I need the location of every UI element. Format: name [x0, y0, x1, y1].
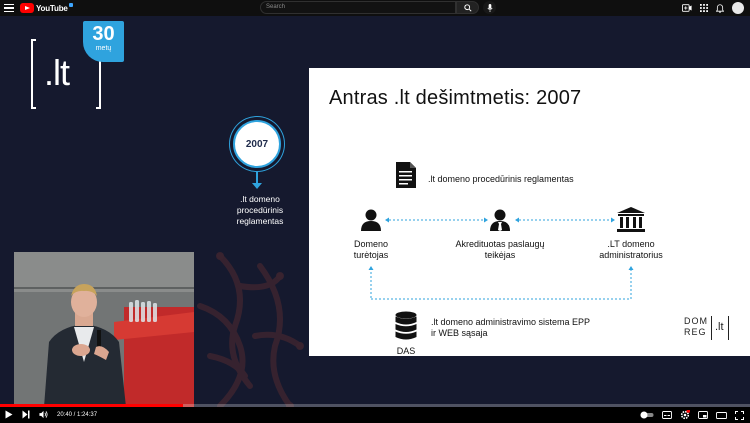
brand-lt-text: .lt [44, 52, 70, 93]
top-right-actions [682, 2, 744, 14]
voice-search-button[interactable] [483, 1, 496, 14]
fullscreen-icon[interactable] [735, 410, 744, 420]
controls-left: 20:40 / 1:24:37 [5, 410, 97, 419]
youtube-logo[interactable]: YouTube [20, 3, 73, 13]
play-icon[interactable] [5, 410, 13, 419]
time-display: 20:40 / 1:24:37 [57, 411, 98, 418]
video-player[interactable]: .lt 30 metų 2007 .lt domeno procedūrinis… [0, 16, 750, 407]
avatar[interactable] [732, 2, 744, 14]
connector-arrows [368, 217, 634, 300]
autoplay-toggle[interactable] [640, 411, 654, 419]
top-bar: YouTube Search [0, 0, 750, 16]
next-icon[interactable] [22, 410, 30, 419]
badge-number: 30 [92, 23, 115, 45]
speaker-camera-feed [14, 252, 194, 407]
presentation-slide: Antras .lt dešimtmetis: 2007 .lt domeno … [309, 68, 750, 356]
premium-badge-icon [68, 3, 73, 7]
search-button[interactable] [456, 1, 479, 14]
theater-icon[interactable] [716, 411, 727, 419]
menu-icon[interactable] [4, 3, 14, 13]
search-input[interactable]: Search [260, 1, 456, 14]
domreg-logo-bottom: REG [684, 327, 707, 337]
das-label: DAS [396, 346, 416, 356]
youtube-watch-page: YouTube Search .lt 30 metų 2007 .lt dome… [0, 0, 750, 423]
create-icon[interactable] [682, 4, 692, 12]
timeline-caption: .lt domeno procedūrinis reglamentas [236, 194, 284, 226]
badge-subtitle: metų [95, 45, 112, 52]
anniversary-badge: 30 metų [83, 21, 124, 62]
controls-right [640, 410, 744, 420]
admin-system-label: .lt domeno administravimo sistema EPP ir… [431, 317, 590, 338]
mic-icon [486, 3, 493, 12]
miniplayer-icon[interactable] [698, 411, 708, 419]
volume-icon[interactable] [39, 410, 48, 419]
domreg-logo: DOM REG .lt [684, 316, 732, 342]
apps-icon[interactable] [700, 4, 708, 12]
decorative-ornament [197, 252, 304, 407]
player-controls: 20:40 / 1:24:37 [0, 407, 750, 423]
domreg-logo-top: DOM [684, 316, 708, 326]
domreg-logo-lt: .lt [715, 321, 724, 333]
settings-icon[interactable] [680, 410, 690, 420]
search-icon [463, 3, 472, 12]
year-circle: 2007 [233, 120, 281, 168]
logo-text: YouTube [36, 3, 68, 13]
timeline-arrow-icon [252, 183, 262, 189]
subtitles-icon[interactable] [662, 411, 672, 419]
domreg-logo-text: DOM REG [684, 316, 708, 338]
bell-icon[interactable] [716, 3, 724, 13]
database-icon [395, 311, 417, 340]
youtube-play-logo-icon [20, 3, 34, 13]
